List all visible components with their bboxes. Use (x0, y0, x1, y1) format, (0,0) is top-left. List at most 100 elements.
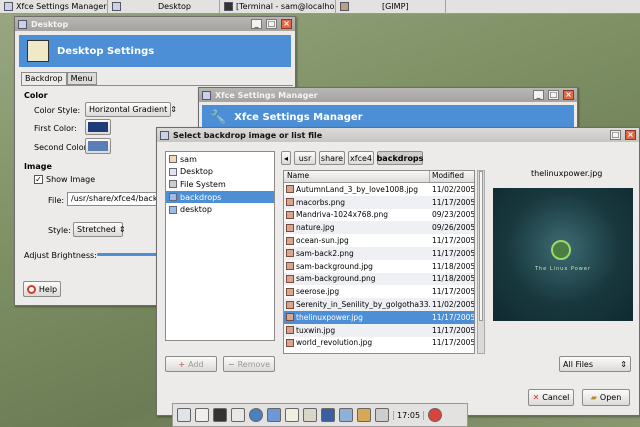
taskbar-item-terminal[interactable]: [Terminal - sam@localhost: / (220, 0, 336, 14)
second-color-button[interactable] (85, 138, 111, 154)
taskbar-item-desktop[interactable]: Desktop (108, 0, 220, 14)
place-label: backdrops (180, 192, 222, 202)
brightness-slider[interactable] (97, 253, 157, 256)
file-row[interactable]: Serenity_in_Senility_by_golgotha33.j... 1… (284, 298, 474, 311)
file-row[interactable]: tuxwin.jpg 11/17/2005 (284, 323, 475, 337)
taskbar-item-label: Desktop (158, 2, 191, 11)
filter-value: All Files (563, 359, 594, 369)
image-file-icon (286, 236, 294, 245)
power-icon[interactable] (428, 408, 443, 422)
terminal-icon[interactable] (213, 408, 227, 422)
save-icon[interactable] (321, 408, 335, 422)
titlebar[interactable]: Xfce Settings Manager _ □ × (199, 88, 577, 102)
file-row[interactable]: thelinuxpower.jpg 11/17/2005 (284, 310, 474, 324)
add-button[interactable]: + Add (165, 356, 217, 372)
minimize-button[interactable]: _ (533, 90, 544, 100)
file-name: macorbs.png (296, 197, 346, 207)
desktop-icon (18, 19, 27, 29)
remove-button[interactable]: − Remove (223, 356, 275, 372)
titlebar[interactable]: Select backdrop image or list file □ × (157, 128, 639, 142)
file-row[interactable]: ocean-sun.jpg 11/17/2005 (284, 234, 474, 247)
path-segment-backdrops[interactable]: backdrops (377, 151, 423, 165)
file-modified: 11/02/2005 (432, 184, 475, 194)
file-modified: 11/02/2005 (432, 300, 475, 310)
maximize-button[interactable]: □ (266, 19, 277, 29)
first-color-button[interactable] (85, 119, 111, 135)
window-title: Desktop (31, 19, 69, 29)
remove-button-label: Remove (237, 359, 271, 369)
image-file-icon (286, 287, 294, 296)
close-button[interactable]: × (563, 90, 574, 100)
file-row[interactable]: world_revolution.jpg 11/17/2005 (284, 337, 474, 350)
column-header-name[interactable]: Name (284, 171, 430, 182)
help-button-label: Help (38, 284, 58, 294)
file-list-scrollbar[interactable] (477, 170, 485, 354)
taskbar-item-label: [GIMP] (382, 2, 409, 11)
show-image-checkbox[interactable]: ✓ (34, 175, 43, 184)
place-item-desktop[interactable]: Desktop (166, 166, 274, 179)
titlebar[interactable]: Desktop _ □ × (15, 17, 295, 31)
mail-icon[interactable] (267, 408, 281, 422)
second-color-swatch (88, 141, 108, 151)
path-left-arrow[interactable]: ◂ (281, 151, 291, 165)
open-button[interactable]: ▰ Open (582, 389, 630, 406)
file-row[interactable]: sam-background.jpg 11/18/2005 (284, 260, 474, 273)
file-modified: 11/17/2005 (432, 248, 475, 258)
color-style-select[interactable]: Horizontal Gradient ⇕ (85, 102, 177, 117)
image-file-icon (286, 210, 294, 219)
open-button-label: Open (599, 393, 622, 402)
network-icon[interactable] (339, 408, 353, 422)
path-segment-usr[interactable]: usr (294, 151, 316, 165)
first-color-swatch (88, 122, 108, 132)
tab-menu[interactable]: Menu (66, 72, 97, 85)
file-row[interactable]: sam-back2.png 11/17/2005 (284, 246, 475, 260)
place-item-backdrops[interactable]: backdrops (166, 190, 274, 204)
file-modified: 11/17/2005 (432, 325, 475, 335)
place-item-filesystem[interactable]: File System (166, 178, 274, 191)
help-icon (26, 284, 36, 294)
taskbar-item-settings-manager[interactable]: Xfce Settings Manager (0, 0, 108, 14)
taskbar-item-gimp[interactable]: [GIMP] (336, 0, 446, 14)
scrollbar-thumb[interactable] (479, 171, 483, 321)
second-color-label: Second Color: (34, 143, 90, 152)
file-row[interactable]: macorbs.png 11/17/2005 (284, 195, 475, 209)
file-manager-icon[interactable] (303, 408, 317, 422)
image-section-heading: Image (24, 162, 52, 171)
place-item-desktop-folder[interactable]: desktop (166, 203, 274, 216)
window-title: Xfce Settings Manager (215, 90, 318, 100)
help-button[interactable]: Help (23, 281, 61, 297)
brightness-label: Adjust Brightness: (24, 251, 97, 260)
close-button[interactable]: × (625, 130, 636, 140)
file-row[interactable]: Mandriva-1024x768.png 09/23/2005 (284, 209, 474, 222)
minimize-button[interactable]: _ (251, 19, 262, 29)
file-filter-select[interactable]: All Files ⇕ (559, 356, 631, 372)
file-row[interactable]: AutumnLand_3_by_love1008.jpg 11/02/2005 (284, 183, 474, 196)
folder-icon (169, 193, 177, 202)
file-list: Name Modified AutumnLand_3_by_love1008.j… (283, 170, 475, 354)
settings-icon[interactable] (195, 408, 209, 422)
column-header-modified[interactable]: Modified (430, 171, 474, 182)
xfce-menu-icon[interactable] (177, 408, 191, 422)
file-path-field[interactable]: /usr/share/xfce4/backdrops (67, 192, 157, 206)
preview-filename: thelinuxpower.jpg (531, 169, 603, 178)
maximize-button[interactable]: □ (610, 130, 621, 140)
path-segment-share[interactable]: share (319, 151, 345, 165)
window-list-icon[interactable] (231, 408, 245, 422)
browser-icon[interactable] (249, 408, 263, 422)
file-row[interactable]: nature.jpg 09/26/2005 (284, 221, 474, 235)
tab-backdrop[interactable]: Backdrop (21, 72, 67, 85)
tools-icon[interactable] (357, 408, 371, 422)
file-row[interactable]: seerose.jpg 11/17/2005 (284, 285, 474, 298)
place-item-home[interactable]: sam (166, 153, 274, 166)
file-modified: 11/17/2005 (432, 197, 475, 207)
maximize-button[interactable]: □ (548, 90, 559, 100)
path-segment-xfce4[interactable]: xfce4 (348, 151, 374, 165)
editor-icon[interactable] (285, 408, 299, 422)
close-button[interactable]: × (281, 19, 292, 29)
style-select[interactable]: Stretched ⇕ (73, 222, 126, 237)
file-name: Mandriva-1024x768.png (296, 210, 388, 220)
workspace-switcher-icon[interactable] (375, 408, 389, 422)
file-row[interactable]: sam-background.png 11/18/2005 (284, 272, 474, 286)
cancel-button[interactable]: ✕ Cancel (528, 389, 574, 406)
show-image-checkbox-row[interactable]: ✓ Show Image (34, 175, 95, 184)
